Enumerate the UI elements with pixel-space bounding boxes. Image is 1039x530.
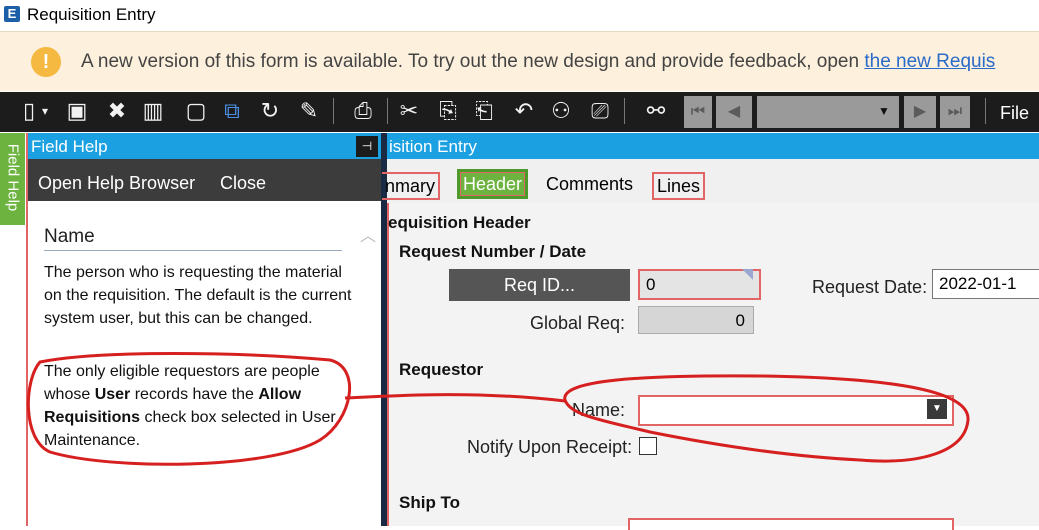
help-heading: Name [44,226,95,247]
next-record-button[interactable]: ▶ [904,96,936,128]
toolbar-separator [333,98,334,124]
side-tab-label: Field Help [4,143,22,212]
file-menu[interactable]: File [1000,103,1029,124]
close-button[interactable]: Close [220,173,266,194]
form-header [387,133,1039,159]
name-label: Name: [572,400,626,420]
tab-summary[interactable]: nmary [382,172,441,200]
form-title: isition Entry [389,137,477,156]
chevron-down-icon[interactable]: ▼ [878,104,890,118]
banner-message: A new version of this form is available.… [81,51,995,73]
delete-icon[interactable]: ✖ [104,97,130,125]
refresh-icon[interactable]: ↻ [257,97,283,125]
new-form-link[interactable]: the new Requis [864,51,995,72]
help-divider [44,250,342,251]
toolbar-separator [387,98,388,124]
ship-to-field[interactable] [628,518,954,530]
pin-icon[interactable]: ⊣ [356,136,378,157]
scroll-up-icon[interactable]: ︿ [360,222,376,246]
window-title: Requisition Entry [27,5,156,24]
clear-icon[interactable]: ✎ [296,97,322,125]
tab-lines[interactable]: Lines [652,172,706,200]
hierarchy-icon[interactable]: ⚇ [548,97,574,125]
banner-text: A new version of this form is available.… [81,51,865,72]
app-logo-icon: E [4,6,20,22]
undo-icon[interactable]: ↶ [511,97,537,125]
tab-comments[interactable]: Comments [543,172,636,196]
chevron-down-icon[interactable]: ▼ [927,399,947,419]
library-icon[interactable]: ▥ [140,97,166,125]
name-field[interactable] [638,395,954,426]
paste-icon[interactable]: ⎗ [471,97,497,125]
field-help-title: Field Help [31,137,108,156]
copy-doc-icon[interactable]: ⎘ [435,97,461,125]
field-corner-marker [742,269,753,280]
dropdown-arrow-icon[interactable]: ▾ [38,97,52,125]
copy-icon[interactable]: ⧉ [219,97,245,125]
save-icon[interactable]: ▣ [64,97,90,125]
notify-checkbox[interactable] [639,437,657,455]
print-icon[interactable]: ⎙ [350,97,376,125]
last-record-button[interactable]: ⏭ [940,96,970,128]
request-date-label: Request Date: [812,277,928,297]
tab-header[interactable]: Header [457,169,529,199]
req-id-button[interactable]: Req ID... [449,269,630,301]
section-title: Ship To [399,493,461,512]
global-req-field: 0 [638,306,754,334]
notify-label: Notify Upon Receipt: [467,437,633,457]
section-title: Requestor [399,360,484,379]
section-title: equisition Header [388,213,531,232]
warning-icon: ! [31,47,61,77]
clipboard-icon[interactable]: ⎚ [587,97,613,125]
toolbar-separator [985,98,986,124]
notes-icon[interactable]: ▢ [183,97,209,125]
first-record-button[interactable]: ⏮ [684,96,712,128]
binoculars-icon[interactable]: ⚯ [643,97,669,125]
cut-icon[interactable]: ✂ [396,97,422,125]
help-paragraph: The person who is requesting the materia… [44,264,352,327]
help-paragraph: The only eligible requestors are people … [44,363,336,449]
previous-record-button[interactable]: ◀ [716,96,752,128]
section-title: Request Number / Date [399,242,587,261]
open-help-browser-button[interactable]: Open Help Browser [38,173,195,194]
global-req-label: Global Req: [530,313,626,333]
toolbar-separator [624,98,625,124]
request-date-field[interactable]: 2022-01-1 [932,269,1039,299]
